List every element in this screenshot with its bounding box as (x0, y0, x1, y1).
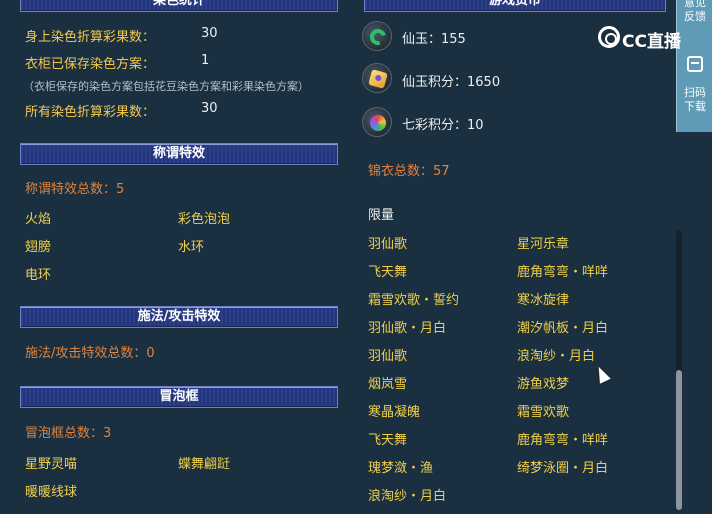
spell-effects-total: 施法/攻击特效总数：0 (25, 346, 155, 361)
limited-item[interactable]: 羽仙歌 (368, 345, 407, 364)
jinyi-total: 锦衣总数：57 (368, 164, 450, 179)
list-scrollbar[interactable] (676, 230, 682, 510)
limited-item[interactable]: 寒晶凝魄 (368, 401, 420, 420)
limited-item[interactable]: 绮梦泳圈・月白 (517, 457, 608, 476)
dye-total-value: 30 (201, 101, 218, 116)
limited-item[interactable]: 瑰梦潋・渔 (368, 457, 433, 476)
limited-item[interactable]: 鹿角弯弯・咩咩 (517, 429, 608, 448)
bubble-item[interactable]: 星野灵喵 (25, 453, 77, 472)
jade-points-icon (362, 63, 392, 93)
dye-saved-label: 衣柜已保存染色方案： (25, 57, 156, 72)
scrollbar-thumb[interactable] (676, 370, 682, 510)
feedback-button[interactable]: 意见反馈 (683, 0, 707, 24)
side-panel: 意见反馈 扫码下载 (676, 0, 712, 132)
limited-item[interactable]: 鹿角弯弯・咩咩 (517, 261, 608, 280)
section-header-currency: 游戏货币 (364, 0, 666, 12)
currency-jade-points: 仙玉积分：1650 (402, 75, 501, 90)
watermark-text: CC直播 (622, 32, 681, 52)
mouse-cursor-icon (593, 364, 611, 384)
title-effect-item[interactable]: 彩色泡泡 (178, 208, 230, 227)
limited-item[interactable]: 霜雪欢歌・誓约 (368, 289, 459, 308)
limited-label: 限量 (368, 208, 395, 223)
qr-code-icon[interactable] (687, 56, 703, 72)
scan-download-button[interactable]: 扫码下载 (683, 86, 707, 114)
title-effects-total: 称谓特效总数：5 (25, 182, 125, 197)
limited-item[interactable]: 烟岚雪 (368, 373, 407, 392)
limited-item[interactable]: 浪淘纱・月白 (368, 485, 446, 504)
title-effect-item[interactable]: 火焰 (25, 208, 51, 227)
limited-item[interactable]: 飞天舞 (368, 429, 407, 448)
bubble-total: 冒泡框总数：3 (25, 426, 112, 441)
section-header-bubble: 冒泡框 (20, 386, 338, 408)
limited-item[interactable]: 霜雪欢歌 (517, 401, 569, 420)
limited-item[interactable]: 浪淘纱・月白 (517, 345, 595, 364)
currency-jade: 仙玉：155 (402, 32, 466, 47)
limited-item[interactable]: 游鱼戏梦 (517, 373, 569, 392)
bubble-item[interactable]: 蝶舞翩跹 (178, 453, 230, 472)
limited-item[interactable]: 羽仙歌・月白 (368, 317, 446, 336)
currency-rainbow-points: 七彩积分：10 (402, 118, 484, 133)
limited-item[interactable]: 星河乐章 (517, 233, 569, 252)
section-header-dye: 染色统计 (20, 0, 338, 12)
limited-item[interactable]: 飞天舞 (368, 261, 407, 280)
title-effect-item[interactable]: 电环 (25, 264, 51, 283)
dye-worn-label: 身上染色折算彩果数： (25, 30, 156, 45)
dye-saved-value: 1 (201, 53, 210, 68)
cc-logo-icon (598, 26, 620, 48)
limited-item[interactable]: 羽仙歌 (368, 233, 407, 252)
limited-item[interactable]: 寒冰旋律 (517, 289, 569, 308)
bubble-item[interactable]: 暖暖线球 (25, 481, 77, 500)
section-header-spell-effects: 施法/攻击特效 (20, 306, 338, 328)
dye-total-label: 所有染色折算彩果数： (25, 105, 156, 120)
limited-item[interactable]: 潮汐帆板・月白 (517, 317, 608, 336)
dye-worn-value: 30 (201, 26, 218, 41)
title-effect-item[interactable]: 翅膀 (25, 236, 51, 255)
dye-note: （衣柜保存的染色方案包括花豆染色方案和彩果染色方案） (23, 80, 309, 93)
title-effect-item[interactable]: 水环 (178, 236, 204, 255)
jade-icon (362, 21, 392, 51)
section-header-title-effects: 称谓特效 (20, 143, 338, 165)
rainbow-points-icon (362, 107, 392, 137)
